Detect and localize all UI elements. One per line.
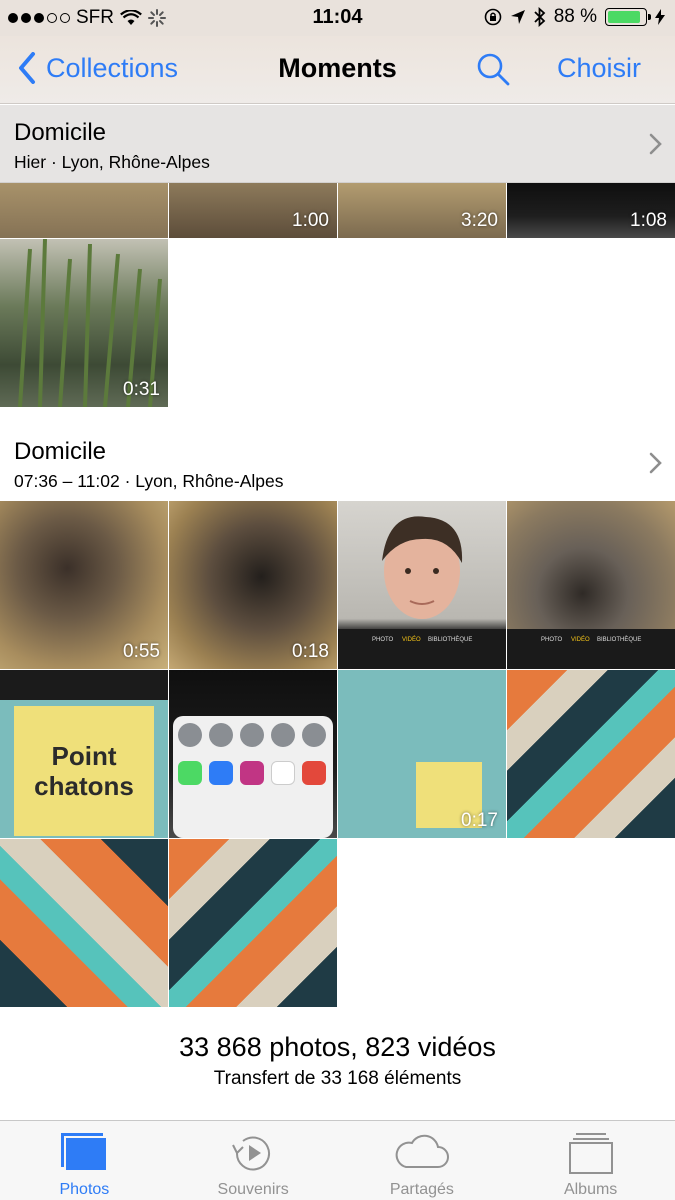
moment-header[interactable]: Domicile 07:36 – 11:02 · Lyon, Rhône-Alp… xyxy=(0,424,675,502)
location-icon xyxy=(510,10,525,24)
navigation-bar: Collections Moments Choisir xyxy=(0,36,675,104)
bluetooth-icon xyxy=(534,7,545,27)
tab-label: Souvenirs xyxy=(217,1181,289,1198)
video-thumbnail[interactable]: 0:18 xyxy=(169,501,337,669)
tab-label: Albums xyxy=(563,1181,618,1198)
tab-shared[interactable]: Partagés xyxy=(338,1121,507,1200)
video-duration: 1:08 xyxy=(630,210,667,231)
tab-label: Partagés xyxy=(389,1181,454,1198)
moment-title: Domicile xyxy=(14,119,107,146)
status-bar: SFR 11:04 88 % xyxy=(0,0,675,36)
photo-thumbnail[interactable] xyxy=(169,839,337,1007)
photo-thumbnail[interactable] xyxy=(0,839,168,1007)
camera-mode-bar: PHOTO VIDÉO BIBLIOTHÈQUE xyxy=(507,629,675,669)
tab-albums[interactable]: Albums xyxy=(506,1121,675,1200)
photo-thumbnail[interactable]: PHOTO VIDÉO BIBLIOTHÈQUE xyxy=(338,501,506,669)
moment-title: Domicile xyxy=(14,438,107,465)
video-thumbnail[interactable]: 0:31 xyxy=(0,239,168,407)
chevron-right-icon xyxy=(649,133,662,155)
share-sheet-screenshot xyxy=(173,716,333,838)
video-duration: 0:17 xyxy=(461,810,498,831)
video-thumbnail[interactable]: 3:20 xyxy=(338,183,506,238)
moment-header[interactable]: Domicile Hier · Lyon, Rhône-Alpes xyxy=(0,105,675,183)
cloud-icon xyxy=(395,1134,449,1168)
thumbnail-top-strip xyxy=(0,670,168,700)
tab-photos[interactable]: Photos xyxy=(0,1121,169,1200)
video-duration: 1:00 xyxy=(292,210,329,231)
select-button[interactable]: Choisir xyxy=(557,53,641,84)
tab-label: Photos xyxy=(59,1181,110,1198)
photo-thumbnail[interactable]: Point chatons xyxy=(0,670,168,838)
sticky-note: Point chatons xyxy=(14,706,154,836)
camera-mode-bar: PHOTO VIDÉO BIBLIOTHÈQUE xyxy=(338,629,506,669)
photo-thumbnail[interactable] xyxy=(169,670,337,838)
photo-thumbnail[interactable]: PHOTO VIDÉO BIBLIOTHÈQUE xyxy=(507,501,675,669)
library-count: 33 868 photos, 823 vidéos xyxy=(179,1032,496,1062)
video-thumbnail[interactable] xyxy=(0,183,168,238)
search-icon[interactable] xyxy=(476,52,510,86)
tab-bar: Photos Souvenirs Partagés Albums xyxy=(0,1120,675,1200)
photo-thumbnail[interactable] xyxy=(507,670,675,838)
video-thumbnail[interactable]: 0:17 xyxy=(338,670,506,838)
tab-memories[interactable]: Souvenirs xyxy=(169,1121,338,1200)
chevron-right-icon xyxy=(649,452,662,474)
photos-icon xyxy=(61,1133,109,1172)
video-thumbnail[interactable]: 0:55 xyxy=(0,501,168,669)
memories-icon xyxy=(232,1136,271,1171)
video-duration: 0:55 xyxy=(123,641,160,662)
charging-icon xyxy=(655,9,665,25)
battery-percent: 88 % xyxy=(553,6,597,27)
status-right: 88 % xyxy=(484,6,665,28)
video-duration: 0:18 xyxy=(292,641,329,662)
albums-icon xyxy=(568,1133,613,1174)
video-thumbnail[interactable]: 1:00 xyxy=(169,183,337,238)
library-summary: 33 868 photos, 823 vidéos Transfert de 3… xyxy=(0,1032,675,1090)
video-duration: 0:31 xyxy=(123,379,160,400)
video-thumbnail[interactable]: 1:08 xyxy=(507,183,675,238)
moment-subtitle: 07:36 – 11:02 · Lyon, Rhône-Alpes xyxy=(14,471,284,491)
rotation-lock-icon xyxy=(484,8,501,26)
battery-level xyxy=(608,11,640,23)
battery-icon xyxy=(605,8,651,26)
moment-subtitle: Hier · Lyon, Rhône-Alpes xyxy=(14,152,210,172)
video-duration: 3:20 xyxy=(461,210,498,231)
transfer-status: Transfert de 33 168 éléments xyxy=(213,1068,462,1089)
